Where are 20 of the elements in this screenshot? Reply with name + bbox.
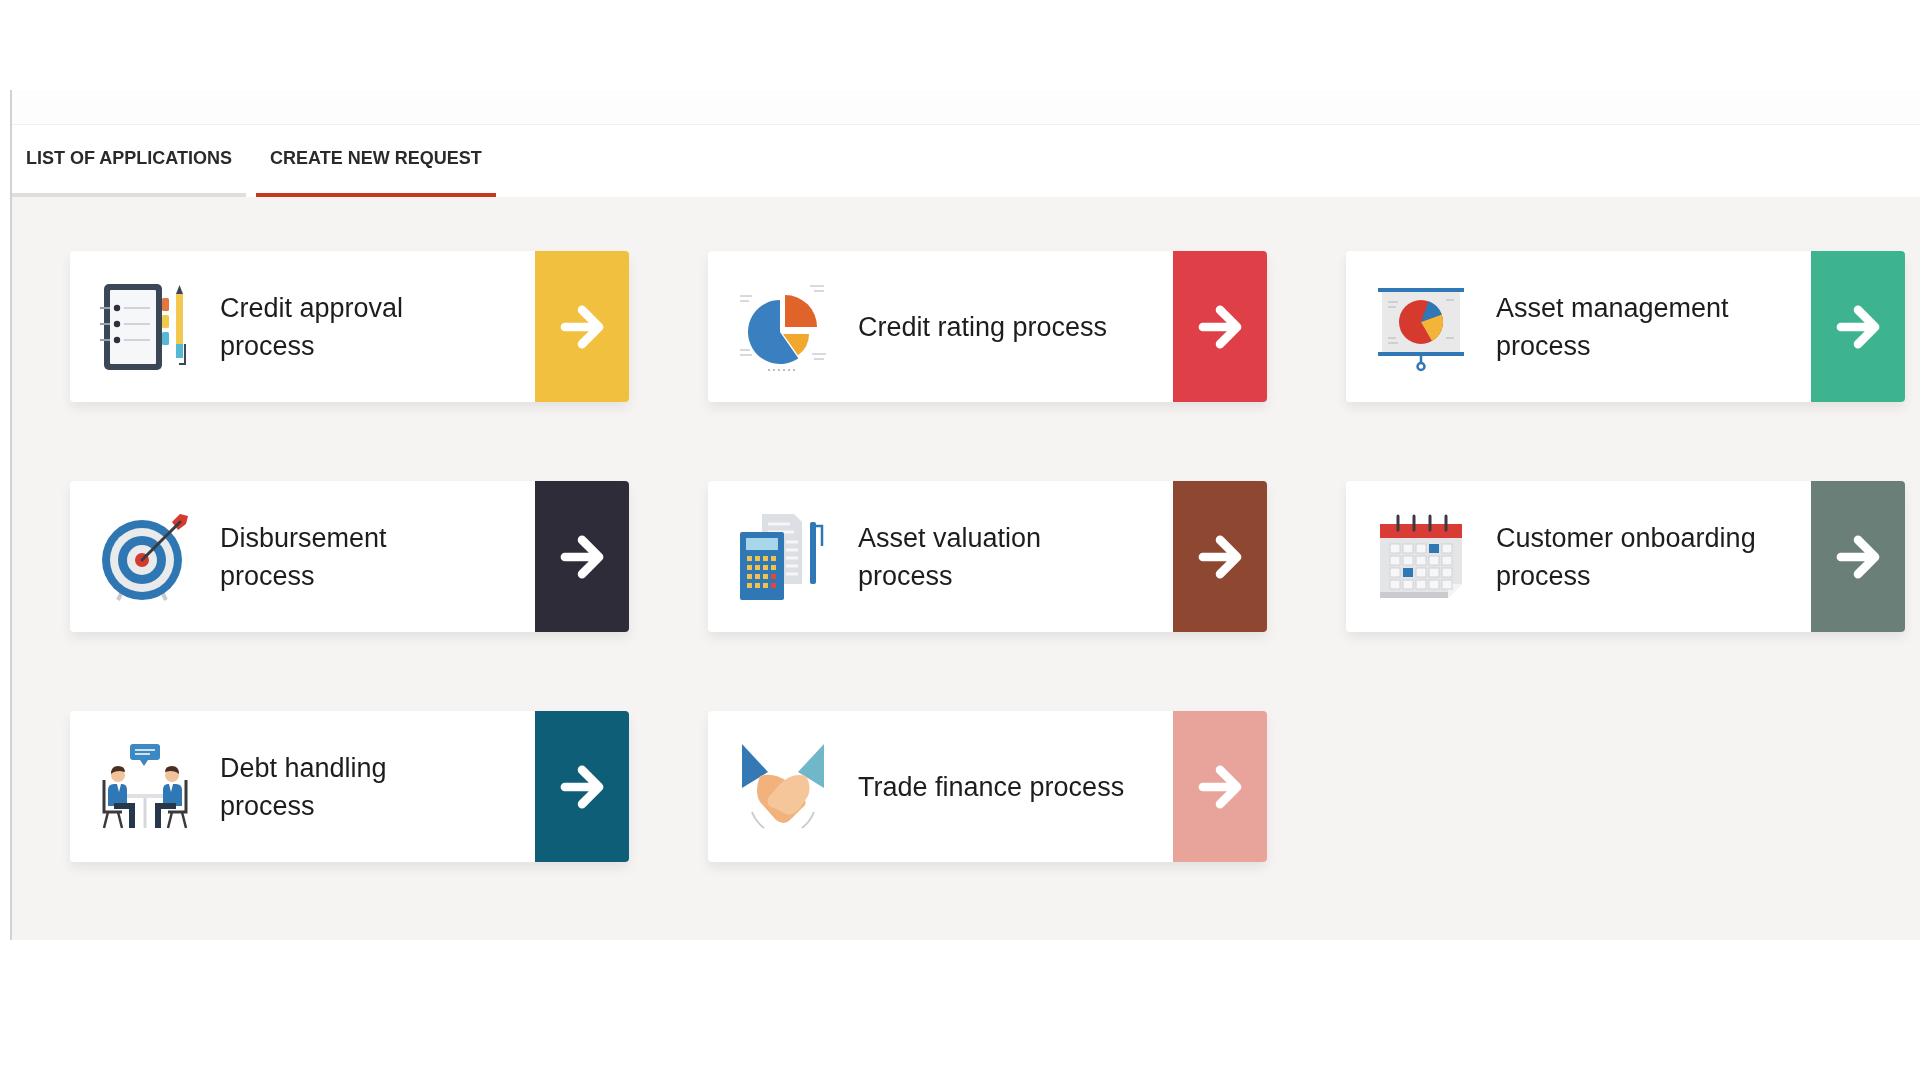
arrow-right-icon bbox=[1836, 534, 1880, 579]
arrow-right-icon bbox=[560, 764, 604, 809]
process-title: Asset valuation process bbox=[858, 521, 1043, 593]
process-title: Debt handling process bbox=[220, 751, 388, 823]
process-title: Customer onboarding process bbox=[1496, 521, 1757, 593]
process-title: Trade finance process bbox=[858, 770, 1126, 804]
process-title: Credit approval process bbox=[220, 291, 405, 363]
arrow-right-icon bbox=[1836, 304, 1880, 349]
process-title: Disbursement process bbox=[220, 521, 388, 593]
arrow-right-icon bbox=[560, 534, 604, 579]
arrow-right-icon bbox=[1198, 764, 1242, 809]
arrow-right-icon bbox=[560, 304, 604, 349]
target-icon bbox=[100, 511, 190, 602]
process-title: Asset management process bbox=[1496, 291, 1730, 363]
arrow-button[interactable] bbox=[535, 481, 629, 632]
arrow-button[interactable] bbox=[1173, 481, 1267, 632]
arrow-button[interactable] bbox=[535, 711, 629, 862]
arrow-right-icon bbox=[1198, 534, 1242, 579]
process-title: Credit rating process bbox=[858, 310, 1109, 344]
arrow-right-icon bbox=[1198, 304, 1242, 349]
